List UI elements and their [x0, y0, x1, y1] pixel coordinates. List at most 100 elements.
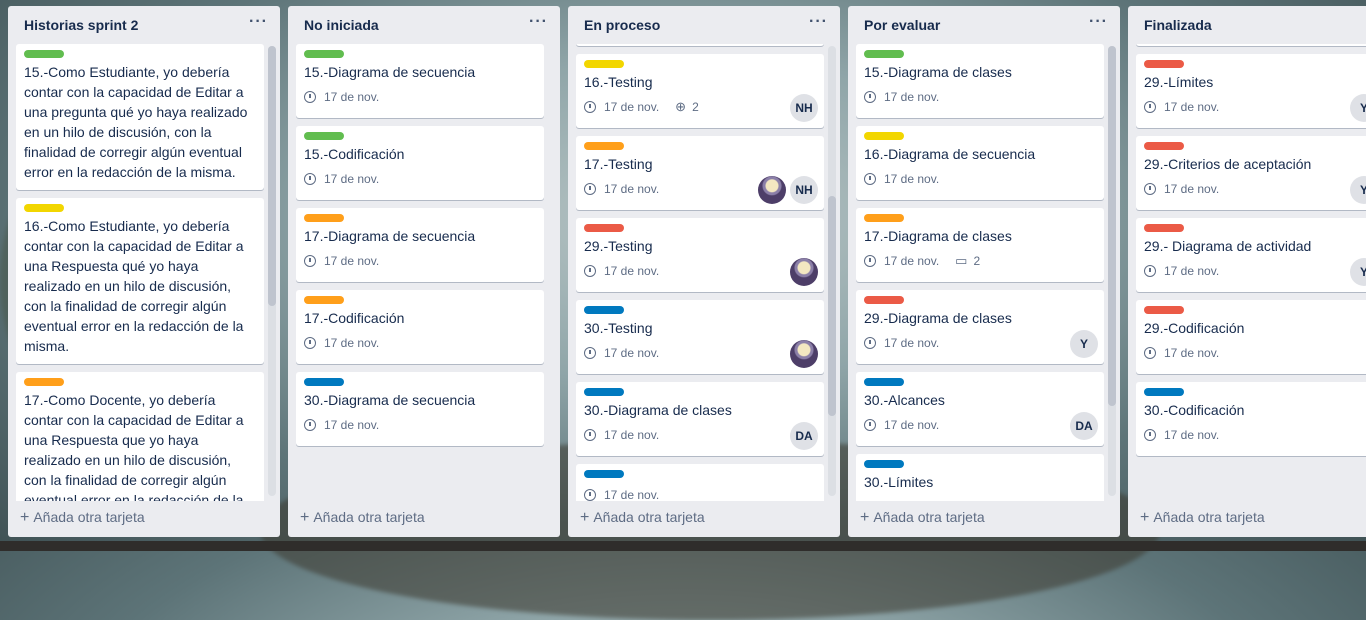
card-label[interactable]	[864, 460, 904, 468]
card[interactable]: 30.-Alcances 17 de nov. DA	[856, 372, 1104, 446]
list-menu-icon[interactable]: ···	[809, 13, 828, 31]
card-label[interactable]	[584, 60, 624, 68]
card-label[interactable]	[1144, 60, 1184, 68]
due-date-badge[interactable]: 17 de nov.	[1144, 264, 1219, 278]
card-label[interactable]	[1144, 142, 1184, 150]
add-card-button[interactable]: + Añada otra tarjeta	[860, 509, 985, 527]
card[interactable]: 30.-Diagrama de clases 17 de nov. DA	[576, 382, 824, 456]
card-label[interactable]	[864, 296, 904, 304]
due-date-badge[interactable]: 17 de nov.	[864, 254, 939, 268]
card[interactable]: 29.-Testing 17 de nov.	[576, 218, 824, 292]
member-avatar[interactable]: Y	[1070, 330, 1098, 358]
due-date-badge[interactable]: 17 de nov.	[864, 336, 939, 350]
member-avatar[interactable]: Y	[1350, 258, 1366, 286]
member-avatar[interactable]: Y	[1350, 176, 1366, 204]
add-card-button[interactable]: + Añada otra tarjeta	[300, 509, 425, 527]
due-date-badge[interactable]: 17 de nov.	[864, 500, 939, 501]
member-avatar[interactable]: DA	[790, 422, 818, 450]
card-label[interactable]	[864, 50, 904, 58]
card[interactable]: 30.-Límites 17 de nov.	[856, 454, 1104, 501]
card[interactable]: 29.-Diagrama de clases 17 de nov. Y	[856, 290, 1104, 364]
card-label[interactable]	[584, 224, 624, 232]
card[interactable]: 29.-Límites 17 de nov. Y	[1136, 54, 1366, 128]
due-date-badge[interactable]: 17 de nov.	[304, 172, 379, 186]
card[interactable]: 30.-Testing 17 de nov.	[576, 300, 824, 374]
card[interactable]: 16.-Como Estudiante, yo debería contar c…	[16, 198, 264, 364]
card-label[interactable]	[864, 214, 904, 222]
card[interactable]: 29.-Criterios de aceptación 17 de nov. Y	[1136, 136, 1366, 210]
scrollbar-thumb[interactable]	[1108, 46, 1116, 406]
card[interactable]: 15.-Diagrama de secuencia 17 de nov.	[296, 44, 544, 118]
card[interactable]: 17.-Codificación 17 de nov.	[296, 290, 544, 364]
due-date-badge[interactable]: 17 de nov.	[584, 488, 659, 501]
due-date-badge[interactable]: 17 de nov.	[584, 346, 659, 360]
card-label[interactable]	[584, 306, 624, 314]
add-card-button[interactable]: + Añada otra tarjeta	[580, 509, 705, 527]
due-date-badge[interactable]: 17 de nov.	[304, 90, 379, 104]
due-date-badge[interactable]: 17 de nov.	[304, 336, 379, 350]
list-menu-icon[interactable]: ···	[529, 13, 548, 31]
card[interactable]: 16.-Testing 17 de nov. ⊕ 2 NH	[576, 54, 824, 128]
list-title[interactable]: En proceso	[584, 17, 660, 33]
due-date-badge[interactable]: 17 de nov.	[1144, 346, 1219, 360]
card-label[interactable]	[304, 214, 344, 222]
card-label[interactable]	[584, 142, 624, 150]
card[interactable]: 30.-Codificación 17 de nov.	[1136, 382, 1366, 456]
due-date-badge[interactable]: 17 de nov.	[304, 418, 379, 432]
list-title[interactable]: Por evaluar	[864, 17, 940, 33]
add-card-button[interactable]: + Añada otra tarjeta	[20, 509, 145, 527]
due-date-badge[interactable]: 17 de nov.	[1144, 100, 1219, 114]
member-avatar[interactable]: DA	[1070, 412, 1098, 440]
card-label[interactable]	[304, 50, 344, 58]
card[interactable]: 17 de nov.	[576, 464, 824, 501]
list-menu-icon[interactable]: ···	[249, 13, 268, 31]
card[interactable]: 17.-Como Docente, yo debería contar con …	[16, 372, 264, 501]
card[interactable]: 16.-Diagrama de secuencia 17 de nov.	[856, 126, 1104, 200]
due-date-badge[interactable]: 17 de nov.	[864, 90, 939, 104]
due-date-badge[interactable]: 17 de nov.	[584, 182, 659, 196]
due-date-badge[interactable]: 17 de nov.	[1144, 182, 1219, 196]
card[interactable]: 30.-Diagrama de secuencia 17 de nov.	[296, 372, 544, 446]
card-label[interactable]	[584, 388, 624, 396]
card[interactable]: 15.-Como Estudiante, yo debería contar c…	[16, 44, 264, 190]
card[interactable]: 17 de nov.Y	[1136, 44, 1366, 46]
card-label[interactable]	[24, 378, 64, 386]
card[interactable]: 15.-Codificación 17 de nov.	[296, 126, 544, 200]
list-scrollbar[interactable]	[268, 46, 276, 496]
due-date-badge[interactable]: 17 de nov.	[584, 428, 659, 442]
add-card-button[interactable]: + Añada otra tarjeta	[1140, 509, 1265, 527]
card[interactable]: 29.- Diagrama de actividad 17 de nov. Y	[1136, 218, 1366, 292]
list-scrollbar[interactable]	[828, 46, 836, 496]
list-title[interactable]: Historias sprint 2	[24, 17, 138, 33]
member-avatar[interactable]	[790, 258, 818, 286]
card-label[interactable]	[1144, 306, 1184, 314]
member-avatar[interactable]: Y	[1350, 94, 1366, 122]
due-date-badge[interactable]: 17 de nov.	[864, 418, 939, 432]
due-date-badge[interactable]: 17 de nov.	[584, 264, 659, 278]
list-menu-icon[interactable]: ···	[1089, 13, 1108, 31]
list-scrollbar[interactable]	[1108, 46, 1116, 496]
due-date-badge[interactable]: 17 de nov.	[1144, 428, 1219, 442]
card[interactable]: 17.-Testing 17 de nov. NH	[576, 136, 824, 210]
card-label[interactable]	[24, 204, 64, 212]
card-label[interactable]	[304, 378, 344, 386]
card[interactable]: 15.-Diagrama de clases 17 de nov.	[856, 44, 1104, 118]
card[interactable]: 17.-Diagrama de clases 17 de nov. ▭ 2	[856, 208, 1104, 282]
card-label[interactable]	[864, 378, 904, 386]
card[interactable]: 17 de nov.NH	[576, 44, 824, 46]
member-avatar[interactable]: NH	[790, 94, 818, 122]
list-title[interactable]: No iniciada	[304, 17, 379, 33]
member-avatar[interactable]	[758, 176, 786, 204]
list-title[interactable]: Finalizada	[1144, 17, 1212, 33]
card[interactable]: 17.-Diagrama de secuencia 17 de nov.	[296, 208, 544, 282]
scrollbar-thumb[interactable]	[828, 196, 836, 416]
card-label[interactable]	[304, 132, 344, 140]
due-date-badge[interactable]: 17 de nov.	[864, 172, 939, 186]
card-label[interactable]	[24, 50, 64, 58]
card-label[interactable]	[584, 470, 624, 478]
scrollbar-thumb[interactable]	[268, 46, 276, 306]
due-date-badge[interactable]: 17 de nov.	[304, 254, 379, 268]
card-label[interactable]	[864, 132, 904, 140]
card-label[interactable]	[1144, 224, 1184, 232]
card[interactable]: 29.-Codificación 17 de nov.	[1136, 300, 1366, 374]
